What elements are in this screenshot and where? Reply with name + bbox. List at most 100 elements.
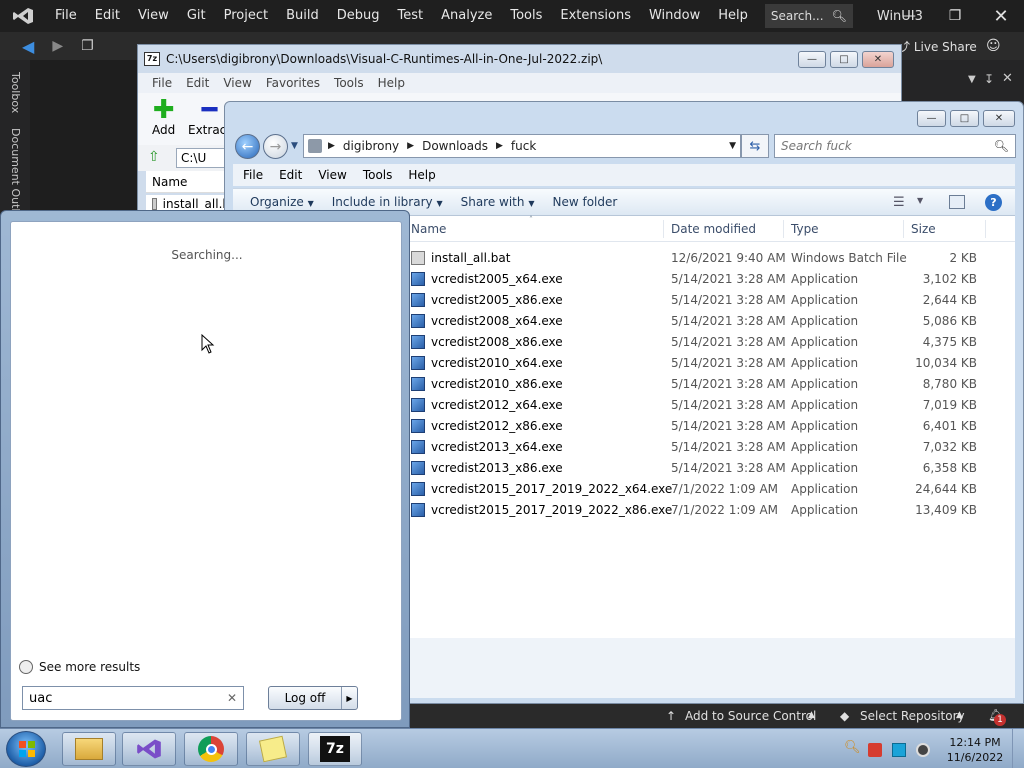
view-dropdown-icon[interactable]: ▼ (917, 196, 923, 205)
breadcrumb-arrow-icon[interactable]: ▶ (407, 141, 414, 151)
vs-menu-analyze[interactable]: Analyze (432, 0, 501, 32)
organize-button[interactable]: Organize ▼ (241, 195, 323, 209)
taskbar-sticky-notes[interactable] (246, 732, 300, 766)
seven-zip-menu-help[interactable]: Help (378, 76, 405, 90)
vs-search-box[interactable]: Search... 🔍︎ (764, 4, 853, 28)
seven-zip-maximize-button[interactable]: □ (830, 51, 858, 68)
explorer-maximize-button[interactable]: □ (950, 110, 979, 127)
new-folder-button[interactable]: New folder (543, 195, 626, 209)
column-type[interactable]: Type (791, 222, 819, 236)
explorer-menu-tools[interactable]: Tools (363, 168, 393, 182)
vs-minimize-button[interactable]: — (886, 0, 932, 32)
share-with-button[interactable]: Share with ▼ (452, 195, 544, 209)
vs-menu-window[interactable]: Window (640, 0, 709, 32)
searching-status: Searching... (171, 248, 243, 262)
seven-zip-menu-file[interactable]: File (152, 76, 172, 90)
explorer-menu-file[interactable]: File (243, 168, 263, 182)
vs-menu-edit[interactable]: Edit (86, 0, 129, 32)
seven-zip-minimize-button[interactable]: — (798, 51, 826, 68)
panel-dropdown-icon[interactable]: ▼ (968, 74, 976, 85)
clear-search-icon[interactable]: ✕ (227, 691, 237, 705)
add-to-source-control-button[interactable]: Add to Source Control (685, 709, 816, 723)
taskbar-file-explorer[interactable] (62, 732, 116, 766)
seven-zip-menu-tools[interactable]: Tools (334, 76, 364, 90)
see-more-results-link[interactable]: See more results (19, 660, 140, 674)
breadcrumb-digibrony[interactable]: digibrony (343, 139, 399, 153)
explorer-menu-view[interactable]: View (318, 168, 346, 182)
network-tray-icon[interactable] (892, 743, 906, 757)
vs-menu-debug[interactable]: Debug (328, 0, 389, 32)
vs-restore-button[interactable]: ❐ (932, 0, 978, 32)
forward-icon[interactable]: ▶ (52, 38, 63, 54)
column-name[interactable]: Name (411, 222, 446, 236)
seven-zip-close-button[interactable]: ✕ (862, 51, 894, 68)
vs-menu-view[interactable]: View (129, 0, 178, 32)
breadcrumb-arrow-icon[interactable]: ▶ (328, 141, 335, 151)
explorer-minimize-button[interactable]: — (917, 110, 946, 127)
help-icon[interactable]: ? (985, 194, 1002, 211)
plus-icon: ✚ (152, 95, 175, 125)
vs-menu-test[interactable]: Test (389, 0, 433, 32)
select-repository-button[interactable]: Select Repository (860, 709, 965, 723)
folder-search-input[interactable]: Search fuck 🔍︎ (774, 134, 1016, 158)
seven-zip-menu-edit[interactable]: Edit (186, 76, 209, 90)
breadcrumb-arrow-icon[interactable]: ▶ (496, 141, 503, 151)
column-divider[interactable] (903, 220, 904, 238)
flag-tray-icon[interactable] (868, 743, 882, 757)
toolbox-tab[interactable]: Toolbox (9, 72, 22, 113)
pin-icon[interactable]: ↧ (984, 72, 994, 86)
back-button[interactable]: ← (235, 134, 260, 159)
seven-zip-add-button[interactable]: ✚ Add (152, 97, 175, 137)
seven-zip-menu-favorites[interactable]: Favorites (266, 76, 320, 90)
start-button[interactable] (6, 731, 46, 767)
explorer-menu-help[interactable]: Help (408, 168, 435, 182)
vs-menu-project[interactable]: Project (215, 0, 277, 32)
refresh-button[interactable]: ⇆ (741, 134, 769, 158)
taskbar-seven-zip[interactable]: 7z (308, 732, 362, 766)
back-icon[interactable]: ◀ (22, 37, 34, 56)
document-outline-tab[interactable]: Document Outl (9, 128, 22, 211)
start-search-input[interactable]: uac ✕ (22, 686, 244, 710)
breadcrumb-current-folder[interactable]: fuck (511, 139, 536, 153)
vs-menu-build[interactable]: Build (277, 0, 328, 32)
vs-close-button[interactable]: ✕ (978, 0, 1024, 32)
taskbar-clock[interactable]: 12:14 PM 11/6/2022 (944, 735, 1006, 765)
shutdown-options-arrow-icon[interactable]: ▶ (341, 687, 357, 709)
volume-tray-icon[interactable] (916, 743, 930, 757)
visual-studio-logo-icon[interactable] (8, 5, 38, 27)
taskbar-visual-studio[interactable] (122, 732, 176, 766)
view-options-icon[interactable]: ☰ (893, 195, 905, 210)
explorer-menu-edit[interactable]: Edit (279, 168, 302, 182)
up-folder-icon[interactable]: ⇧ (148, 149, 160, 165)
column-divider[interactable] (985, 220, 986, 238)
breadcrumb-downloads[interactable]: Downloads (422, 139, 488, 153)
forward-button[interactable]: → (263, 134, 288, 159)
column-divider[interactable] (783, 220, 784, 238)
search-tray-icon[interactable]: 🔍︎ (844, 740, 861, 755)
vs-menu-help[interactable]: Help (709, 0, 757, 32)
vs-menu-git[interactable]: Git (178, 0, 215, 32)
seven-zip-titlebar[interactable]: 7z C:\Users\digibrony\Downloads\Visual-C… (138, 45, 901, 73)
recent-pages-icon[interactable]: ▼ (291, 141, 298, 151)
new-project-icon[interactable]: ❐ (81, 38, 94, 54)
taskbar-chrome[interactable] (184, 732, 238, 766)
column-size[interactable]: Size (911, 222, 936, 236)
log-off-button[interactable]: Log off ▶ (268, 686, 358, 710)
clock-date: 11/6/2022 (946, 751, 1004, 764)
vs-menu-tools[interactable]: Tools (501, 0, 551, 32)
show-desktop-button[interactable] (1012, 729, 1024, 768)
preview-pane-icon[interactable] (949, 195, 965, 209)
vs-menu-extensions[interactable]: Extensions (551, 0, 640, 32)
include-in-library-button[interactable]: Include in library ▼ (323, 195, 452, 209)
explorer-close-button[interactable]: ✕ (983, 110, 1015, 127)
seven-zip-menu-view[interactable]: View (223, 76, 251, 90)
vs-menu-file[interactable]: File (46, 0, 86, 32)
address-bar[interactable]: ▶ digibrony ▶ Downloads ▶ fuck ▼ (303, 134, 741, 158)
column-divider[interactable] (663, 220, 664, 238)
seven-zip-name-column[interactable]: Name (146, 171, 236, 193)
feedback-icon[interactable]: ☺ (986, 38, 1001, 54)
address-dropdown-icon[interactable]: ▼ (729, 141, 736, 151)
panel-close-icon[interactable]: ✕ (1002, 71, 1013, 86)
column-date-modified[interactable]: Date modified (671, 222, 756, 236)
live-share-button[interactable]: ⤴ Live Share (898, 38, 977, 55)
